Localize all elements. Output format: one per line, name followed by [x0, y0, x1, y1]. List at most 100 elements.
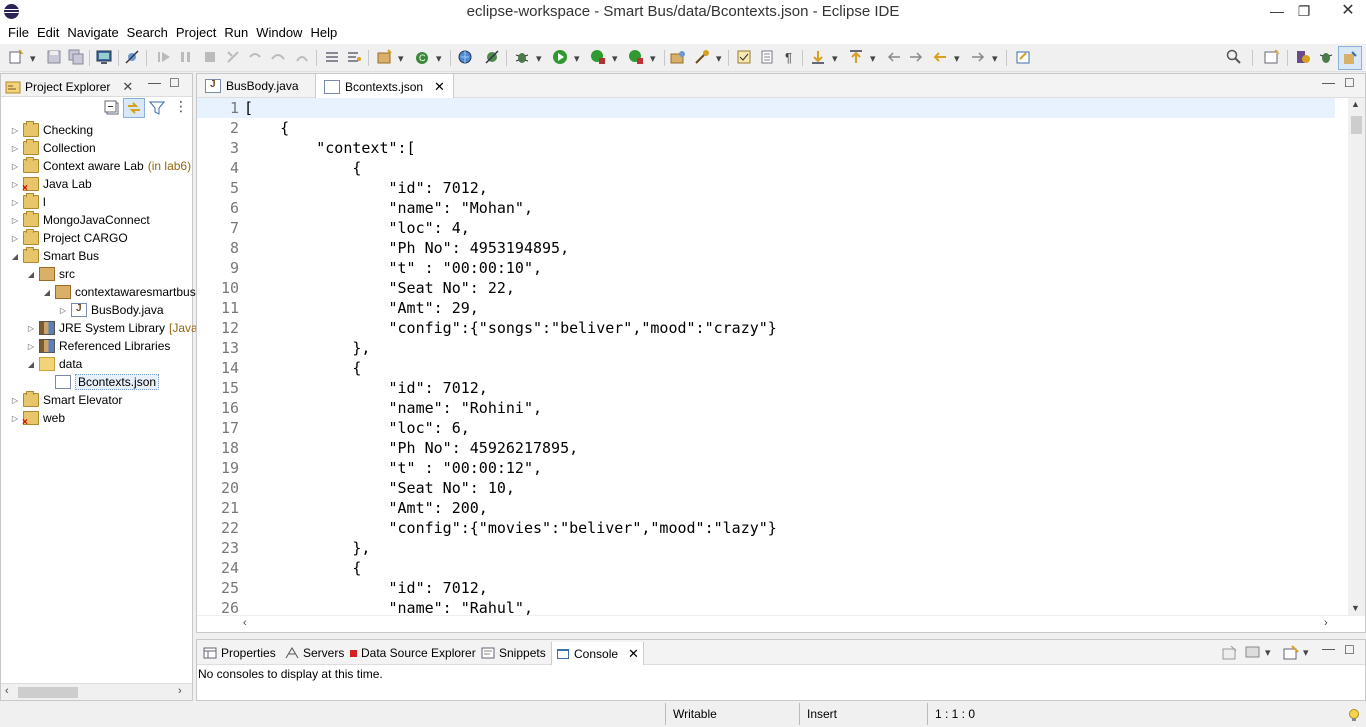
external-tools-icon[interactable]	[484, 49, 500, 65]
code-line[interactable]: 8 "Ph No": 4953194895,	[197, 238, 1335, 258]
run-last-tool-icon[interactable]	[346, 49, 362, 65]
code-line[interactable]: 19 "t" : "00:00:12",	[197, 458, 1335, 478]
tree-item-context-aware-lab[interactable]: ▷ Context aware Lab (in lab6)	[10, 157, 191, 175]
dropdown-arrow-icon[interactable]: ▾	[1303, 646, 1309, 659]
menu-project[interactable]: Project	[172, 24, 220, 44]
code-line[interactable]: 24 {	[197, 558, 1335, 578]
dropdown-arrow-icon[interactable]: ▾	[536, 52, 542, 65]
run-icon[interactable]	[552, 49, 568, 65]
code-line[interactable]: 26 "name": "Rahul",	[197, 598, 1335, 616]
tree-item-package[interactable]: ◢ contextawaresmartbus	[42, 283, 196, 301]
dropdown-arrow-icon[interactable]: ▾	[30, 52, 36, 65]
show-whitespace-icon[interactable]: ¶	[785, 50, 792, 65]
code-line[interactable]: 9 "t" : "00:00:10",	[197, 258, 1335, 278]
scroll-down-icon[interactable]: ▼	[1351, 603, 1360, 613]
disconnect-icon[interactable]	[225, 49, 241, 65]
code-line[interactable]: 15 "id": 7012,	[197, 378, 1335, 398]
debug-perspective-icon[interactable]	[1318, 49, 1334, 65]
tree-item-busbody-java[interactable]: ▷ BusBody.java	[58, 301, 164, 319]
run-external-icon[interactable]	[628, 49, 644, 65]
vertical-scrollbar[interactable]: ▲ ▼	[1348, 98, 1365, 616]
collapsed-arrow-icon[interactable]: ▷	[10, 395, 20, 405]
code-line[interactable]: 11 "Amt": 29,	[197, 298, 1335, 318]
back-icon[interactable]	[932, 49, 948, 65]
scrollbar-thumb[interactable]	[1351, 116, 1362, 134]
tree-item-referenced-libraries[interactable]: ▷ Referenced Libraries	[26, 337, 170, 355]
minimize-view-icon[interactable]: —	[1322, 641, 1335, 656]
expanded-arrow-icon[interactable]: ◢	[10, 251, 20, 261]
menu-search[interactable]: Search	[123, 24, 172, 44]
menu-window[interactable]: Window	[252, 24, 306, 44]
code-line[interactable]: 13 },	[197, 338, 1335, 358]
tip-lightbulb-icon[interactable]	[1347, 708, 1361, 722]
dropdown-arrow-icon[interactable]: ▾	[954, 52, 960, 65]
close-icon[interactable]: ✕	[628, 646, 639, 662]
code-line[interactable]: 14 {	[197, 358, 1335, 378]
minimize-view-icon[interactable]: —	[148, 75, 161, 90]
previous-annotation-icon[interactable]	[848, 49, 864, 65]
new-icon[interactable]	[8, 49, 24, 65]
tree-item-smart-elevator[interactable]: ▷ Smart Elevator	[10, 391, 122, 409]
save-icon[interactable]	[46, 49, 62, 65]
pin-console-icon[interactable]	[1283, 645, 1299, 661]
code-line[interactable]: 21 "Amt": 200,	[197, 498, 1335, 518]
search-icon[interactable]	[1226, 49, 1242, 65]
dropdown-arrow-icon[interactable]: ▾	[716, 52, 722, 65]
close-icon[interactable]: ✕	[434, 79, 445, 95]
code-line[interactable]: 16 "name": "Rohini",	[197, 398, 1335, 418]
maximize-editor-icon[interactable]: ☐	[1344, 76, 1355, 90]
last-edit-location-icon[interactable]	[886, 49, 902, 65]
tree-item-src[interactable]: ◢ src	[26, 265, 75, 283]
view-menu-icon[interactable]: ⋮	[174, 99, 188, 113]
java-perspective-button[interactable]	[1338, 46, 1362, 70]
last-edit-forward-icon[interactable]	[908, 49, 924, 65]
menu-navigate[interactable]: Navigate	[63, 24, 122, 44]
collapsed-arrow-icon[interactable]: ▷	[10, 125, 20, 135]
code-editor[interactable]: 1[2 {3 "context":[4 {5 "id": 7012, 6 "nam…	[197, 98, 1335, 616]
code-line[interactable]: 23 },	[197, 538, 1335, 558]
code-line[interactable]: 5 "id": 7012,	[197, 178, 1335, 198]
tab-properties[interactable]: Properties	[203, 643, 276, 663]
toggle-mark-occurrences-icon[interactable]	[736, 49, 752, 65]
maximize-view-icon[interactable]: ☐	[169, 76, 180, 90]
scroll-up-icon[interactable]: ▲	[1351, 99, 1360, 109]
scroll-left-icon[interactable]: ‹	[243, 617, 247, 629]
code-line[interactable]: 10 "Seat No": 22,	[197, 278, 1335, 298]
close-icon[interactable]: ✕	[122, 79, 133, 95]
collapsed-arrow-icon[interactable]: ▷	[10, 161, 20, 171]
tree-item-checking[interactable]: ▷ Checking	[10, 121, 93, 139]
horizontal-scrollbar[interactable]: ‹ ›	[197, 615, 1365, 632]
save-all-icon[interactable]	[68, 49, 84, 65]
maximize-view-icon[interactable]: ☐	[1344, 643, 1355, 657]
code-line[interactable]: 18 "Ph No": 45926217895,	[197, 438, 1335, 458]
next-annotation-icon[interactable]	[810, 49, 826, 65]
dropdown-arrow-icon[interactable]: ▾	[992, 52, 998, 65]
collapsed-arrow-icon[interactable]: ▷	[10, 143, 20, 153]
collapsed-arrow-icon[interactable]: ▷	[26, 323, 36, 333]
code-line[interactable]: 22 "config":{"movies":"beliver","mood":"…	[197, 518, 1335, 538]
code-line[interactable]: 6 "name": "Mohan",	[197, 198, 1335, 218]
dropdown-arrow-icon[interactable]: ▾	[612, 52, 618, 65]
dropdown-arrow-icon[interactable]: ▾	[650, 52, 656, 65]
maximize-button[interactable]: ❐	[1290, 0, 1318, 22]
java-ee-perspective-icon[interactable]	[1295, 49, 1311, 65]
close-button[interactable]: ✕	[1330, 0, 1366, 22]
step-return-icon[interactable]	[294, 49, 310, 65]
resume-icon[interactable]	[156, 49, 172, 65]
code-line[interactable]: 12 "config":{"songs":"beliver","mood":"c…	[197, 318, 1335, 338]
pin-editor-icon[interactable]	[1015, 49, 1031, 65]
dropdown-arrow-icon[interactable]: ▾	[870, 52, 876, 65]
skip-breakpoints-icon[interactable]	[124, 49, 140, 65]
project-explorer-tab[interactable]: Project Explorer ✕	[5, 77, 133, 97]
tree-item-web[interactable]: ▷ web	[10, 409, 65, 428]
collapsed-arrow-icon[interactable]: ▷	[10, 197, 20, 207]
tab-snippets[interactable]: Snippets	[481, 643, 546, 663]
tree-item-data[interactable]: ◢ data	[26, 355, 82, 373]
tab-servers[interactable]: Servers	[285, 643, 344, 663]
collapsed-arrow-icon[interactable]: ▷	[26, 341, 36, 351]
coverage-icon[interactable]	[590, 49, 606, 65]
forward-icon[interactable]	[970, 49, 986, 65]
tree-item-smart-bus[interactable]: ◢ Smart Bus	[10, 247, 99, 265]
open-type-icon[interactable]	[670, 49, 686, 65]
code-line[interactable]: 25 "id": 7012,	[197, 578, 1335, 598]
